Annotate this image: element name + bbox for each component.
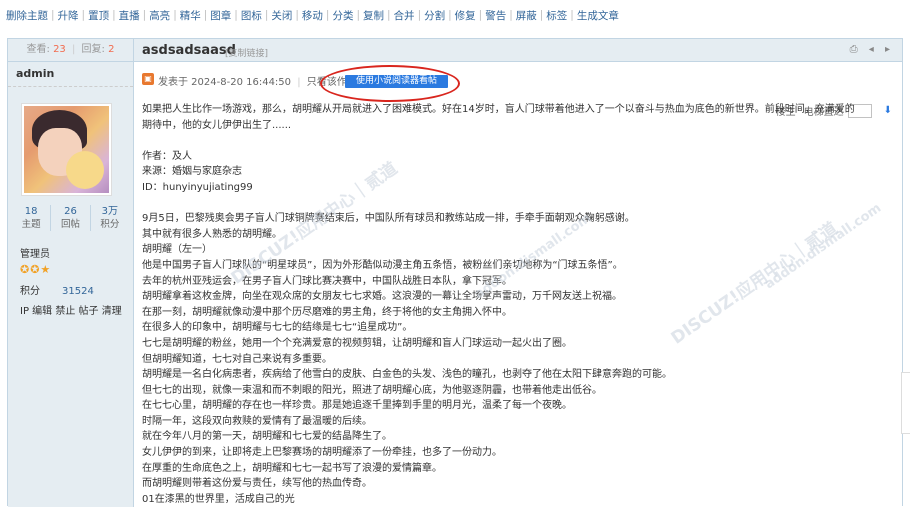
toolbar-item[interactable]: 分割 [424, 8, 445, 23]
toolbar-item[interactable]: 分类 [332, 8, 353, 23]
content-line: 七七是胡明耀的粉丝，她用一个个充满爱意的视频剪辑，让胡明耀和盲人门球运动一起火出… [142, 337, 572, 349]
stat-credits[interactable]: 3万 积分 [91, 205, 129, 231]
author-sidebar: 查看: 23 | 回复: 2 admin 18 主题 26 回帖 3万 积分 管… [8, 39, 134, 507]
post-meta: ▣ 发表于 2024-8-20 16:44:50 | 只看该作者 ▸ 楼主 电梯… [134, 69, 902, 118]
prev-icon[interactable]: ◂ [869, 44, 874, 55]
toolbar-item[interactable]: 警告 [485, 8, 506, 23]
next-icon[interactable]: ▸ [885, 44, 890, 55]
content-line: 如果把人生比作一场游戏，那么，胡明耀从开局就进入了困难模式。好在14岁时，盲人门… [142, 104, 855, 115]
content-line: 在那一刻，胡明耀就像动漫中那个历尽磨难的男主角，终于将他的女主角拥入怀中。 [142, 306, 512, 318]
user-group[interactable]: 管理员 [20, 245, 50, 260]
content-line: 作者：及人 [142, 150, 192, 162]
moderation-toolbar: 删除主题 | 升降 | 置顶 | 直播 | 高亮 | 精华 | 图章 | 图标 | 关闭 | 移动 | 分类 | 复制 | 合并… [6, 8, 619, 23]
content-line: 去年的杭州亚残运会，在男子盲人门球比赛决赛中，中国队战胜日本队，拿下冠军。 [142, 275, 512, 287]
content-line: 来源：婚姻与家庭杂志 [142, 166, 242, 178]
content-line: 01在漆黑的世界里，活成自己的光 [142, 493, 295, 505]
toolbar-item[interactable]: 生成文章 [577, 8, 619, 23]
post-time: 发表于 2024-8-20 16:44:50 [158, 77, 292, 88]
replies-count: 2 [108, 44, 115, 55]
side-float-bar[interactable] [901, 372, 910, 434]
content-line: 在七七心里，胡明耀的存在也一样珍贵。那是她追逐千里捧到手里的明月光，温柔了每一个… [142, 400, 572, 412]
content-line: 胡明耀（左一） [142, 244, 212, 256]
content-line: 胡明耀是一名白化病患者，疾病给了他雪白的皮肤、白金色的头发、浅色的瞳孔，也剥夺了… [142, 369, 672, 381]
toolbar-item[interactable]: 直播 [119, 8, 140, 23]
toolbar-item[interactable]: 删除主题 [6, 8, 48, 23]
content-line: 女儿伊伊的到来，让即将走上巴黎赛场的胡明耀添了一份牵挂，也多了一份动力。 [142, 447, 502, 459]
rank-stars-icon: ✪✪★ [20, 263, 52, 276]
stat-threads[interactable]: 18 主题 [12, 205, 52, 231]
toolbar-item[interactable]: 标签 [546, 8, 567, 23]
toolbar-item[interactable]: 移动 [302, 8, 323, 23]
toolbar-item[interactable]: 置顶 [88, 8, 109, 23]
toolbar-item[interactable]: 关闭 [271, 8, 292, 23]
thread-title: asdsadsaasd [142, 43, 236, 58]
content-line: 在厚重的生命底色之上，胡明耀和七七一起书写了浪漫的爱情篇章。 [142, 462, 442, 474]
toolbar-item[interactable]: 精华 [180, 8, 201, 23]
admin-links[interactable]: IP 编辑 禁止 帖子 清理 [20, 302, 122, 317]
content-line: 时隔一年，这段双向救赎的爱情有了最温暖的后续。 [142, 415, 372, 427]
views-count: 23 [53, 44, 66, 55]
content-line: 但胡明耀知道，七七对自己来说有多重要。 [142, 353, 332, 365]
toolbar-item[interactable]: 图标 [241, 8, 262, 23]
toolbar-item[interactable]: 高亮 [149, 8, 170, 23]
content-line: ID：hunyinyujiating99 [142, 181, 253, 193]
toolbar-item[interactable]: 屏蔽 [516, 8, 537, 23]
toolbar-item[interactable]: 升降 [58, 8, 79, 23]
content-line: 他是中国男子盲人门球队的“明星球员”，因为外形酷似动漫主角五条悟，被粉丝们亲切地… [142, 259, 623, 271]
content-line: 其中就有很多人熟悉的胡明耀。 [142, 228, 282, 240]
novel-reader-button[interactable]: 使用小说阅读器看帖 [345, 75, 448, 88]
content-line: 胡明耀拿着这枚金牌，向坐在观众席的女朋友七七求婚。这浪漫的一幕让全场掌声雷动，万… [142, 291, 622, 303]
thread-stats: 查看: 23 | 回复: 2 [8, 39, 133, 62]
content-line: 就在今年八月的第一天，胡明耀和七七爱的结晶降生了。 [142, 431, 392, 443]
toolbar-item[interactable]: 复制 [363, 8, 384, 23]
print-icon[interactable]: ⎙ [850, 44, 858, 55]
post-main: asdsadsaasd [复制链接] ⎙ ◂ ▸ ▣ 发表于 2024-8-20… [134, 39, 902, 507]
content-line: 而胡明耀则带着这份爱与责任，续写他的热血传奇。 [142, 478, 372, 490]
online-status-icon: ▣ [142, 73, 154, 85]
post-container: 查看: 23 | 回复: 2 admin 18 主题 26 回帖 3万 积分 管… [7, 38, 903, 507]
stat-replies[interactable]: 26 回帖 [51, 205, 91, 231]
toolbar-item[interactable]: 修复 [455, 8, 476, 23]
user-stats: 18 主题 26 回帖 3万 积分 [12, 205, 129, 231]
copy-link[interactable]: [复制链接] [225, 46, 268, 59]
post-content: 如果把人生比作一场游戏，那么，胡明耀从开局就进入了困难模式。好在14岁时，盲人门… [142, 102, 890, 507]
avatar[interactable] [21, 103, 112, 196]
toolbar-item[interactable]: 合并 [394, 8, 415, 23]
author-name[interactable]: admin [8, 62, 133, 87]
content-line: 9月5日，巴黎残奥会男子盲人门球铜牌赛结束后，中国队所有球员和教练站成一排，手牵… [142, 213, 635, 225]
title-bar: asdsadsaasd [复制链接] ⎙ ◂ ▸ [134, 39, 902, 62]
toolbar-item[interactable]: 图章 [210, 8, 231, 23]
points: 积分 31524 [20, 286, 94, 297]
content-line: 在很多人的印象中，胡明耀与七七的结缘是七七“追星成功”。 [142, 322, 413, 334]
content-line: 但七七的出现，就像一束温和而不刺眼的阳光，照进了胡明耀心底，为他驱逐阴霾，也带着… [142, 384, 602, 396]
content-line: 期待中，他的女儿伊伊出生了...... [142, 119, 292, 131]
